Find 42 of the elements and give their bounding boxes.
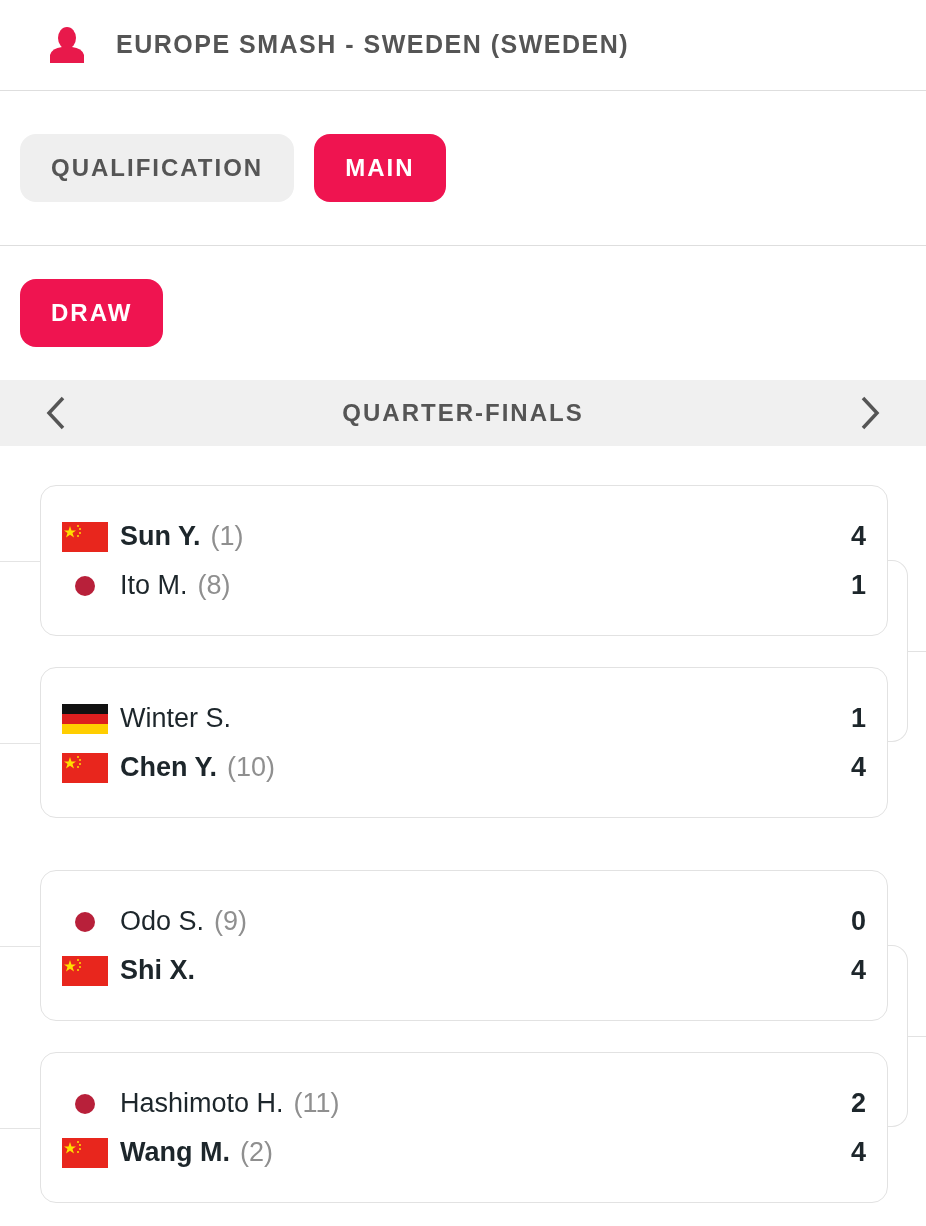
tournament-title: EUROPE SMASH - SWEDEN (SWEDEN) bbox=[116, 29, 630, 61]
player-seed: (10) bbox=[227, 751, 276, 785]
player-score: 2 bbox=[850, 1087, 866, 1121]
player-name: Ito M. bbox=[120, 569, 188, 603]
player-name: Chen Y. bbox=[120, 751, 218, 785]
stage-tab[interactable]: MAIN bbox=[314, 134, 446, 202]
flag-icon bbox=[75, 1093, 95, 1114]
draw-tab[interactable]: DRAW bbox=[20, 279, 164, 347]
stage-tab[interactable]: QUALIFICATION bbox=[20, 134, 295, 202]
match-card[interactable]: Sun Y. (1) 4 Ito M. (8) 1 bbox=[40, 485, 888, 636]
player-score: 1 bbox=[850, 702, 866, 736]
player-score: 4 bbox=[850, 1136, 866, 1170]
player-seed: (1) bbox=[210, 520, 244, 554]
flag-icon bbox=[75, 911, 95, 932]
flag-icon bbox=[75, 575, 95, 596]
flag-icon bbox=[62, 1137, 108, 1168]
flag-icon bbox=[62, 955, 108, 986]
flag-icon bbox=[62, 521, 108, 552]
person-icon bbox=[48, 27, 86, 63]
player-score: 0 bbox=[850, 905, 866, 939]
player-score: 4 bbox=[850, 954, 866, 988]
player-seed: (11) bbox=[293, 1087, 340, 1121]
player-name: Odo S. bbox=[120, 905, 205, 939]
flag-icon bbox=[62, 752, 108, 783]
match-card[interactable]: Odo S. (9) 0 Shi X. 4 bbox=[40, 870, 888, 1021]
player-seed: (9) bbox=[214, 905, 248, 939]
player-name: Winter S. bbox=[120, 702, 232, 736]
player-name: Wang M. bbox=[120, 1136, 230, 1170]
flag-icon bbox=[62, 703, 108, 734]
round-title: QUARTER-FINALS bbox=[342, 398, 584, 428]
player-name: Hashimoto H. bbox=[120, 1087, 284, 1121]
player-name: Sun Y. bbox=[120, 520, 201, 554]
chevron-left-icon bbox=[46, 396, 66, 430]
match-card[interactable]: Hashimoto H. (11) 2 Wang M. (2) 4 bbox=[40, 1052, 888, 1203]
player-seed: (2) bbox=[240, 1136, 273, 1170]
player-score: 4 bbox=[850, 520, 866, 554]
player-score: 1 bbox=[850, 569, 866, 603]
player-score: 4 bbox=[850, 751, 866, 785]
player-seed: (8) bbox=[197, 569, 231, 603]
match-card[interactable]: Winter S. 1 Chen Y. (10) 4 bbox=[40, 667, 888, 818]
player-name: Shi X. bbox=[120, 954, 195, 988]
chevron-right-icon bbox=[860, 396, 880, 430]
